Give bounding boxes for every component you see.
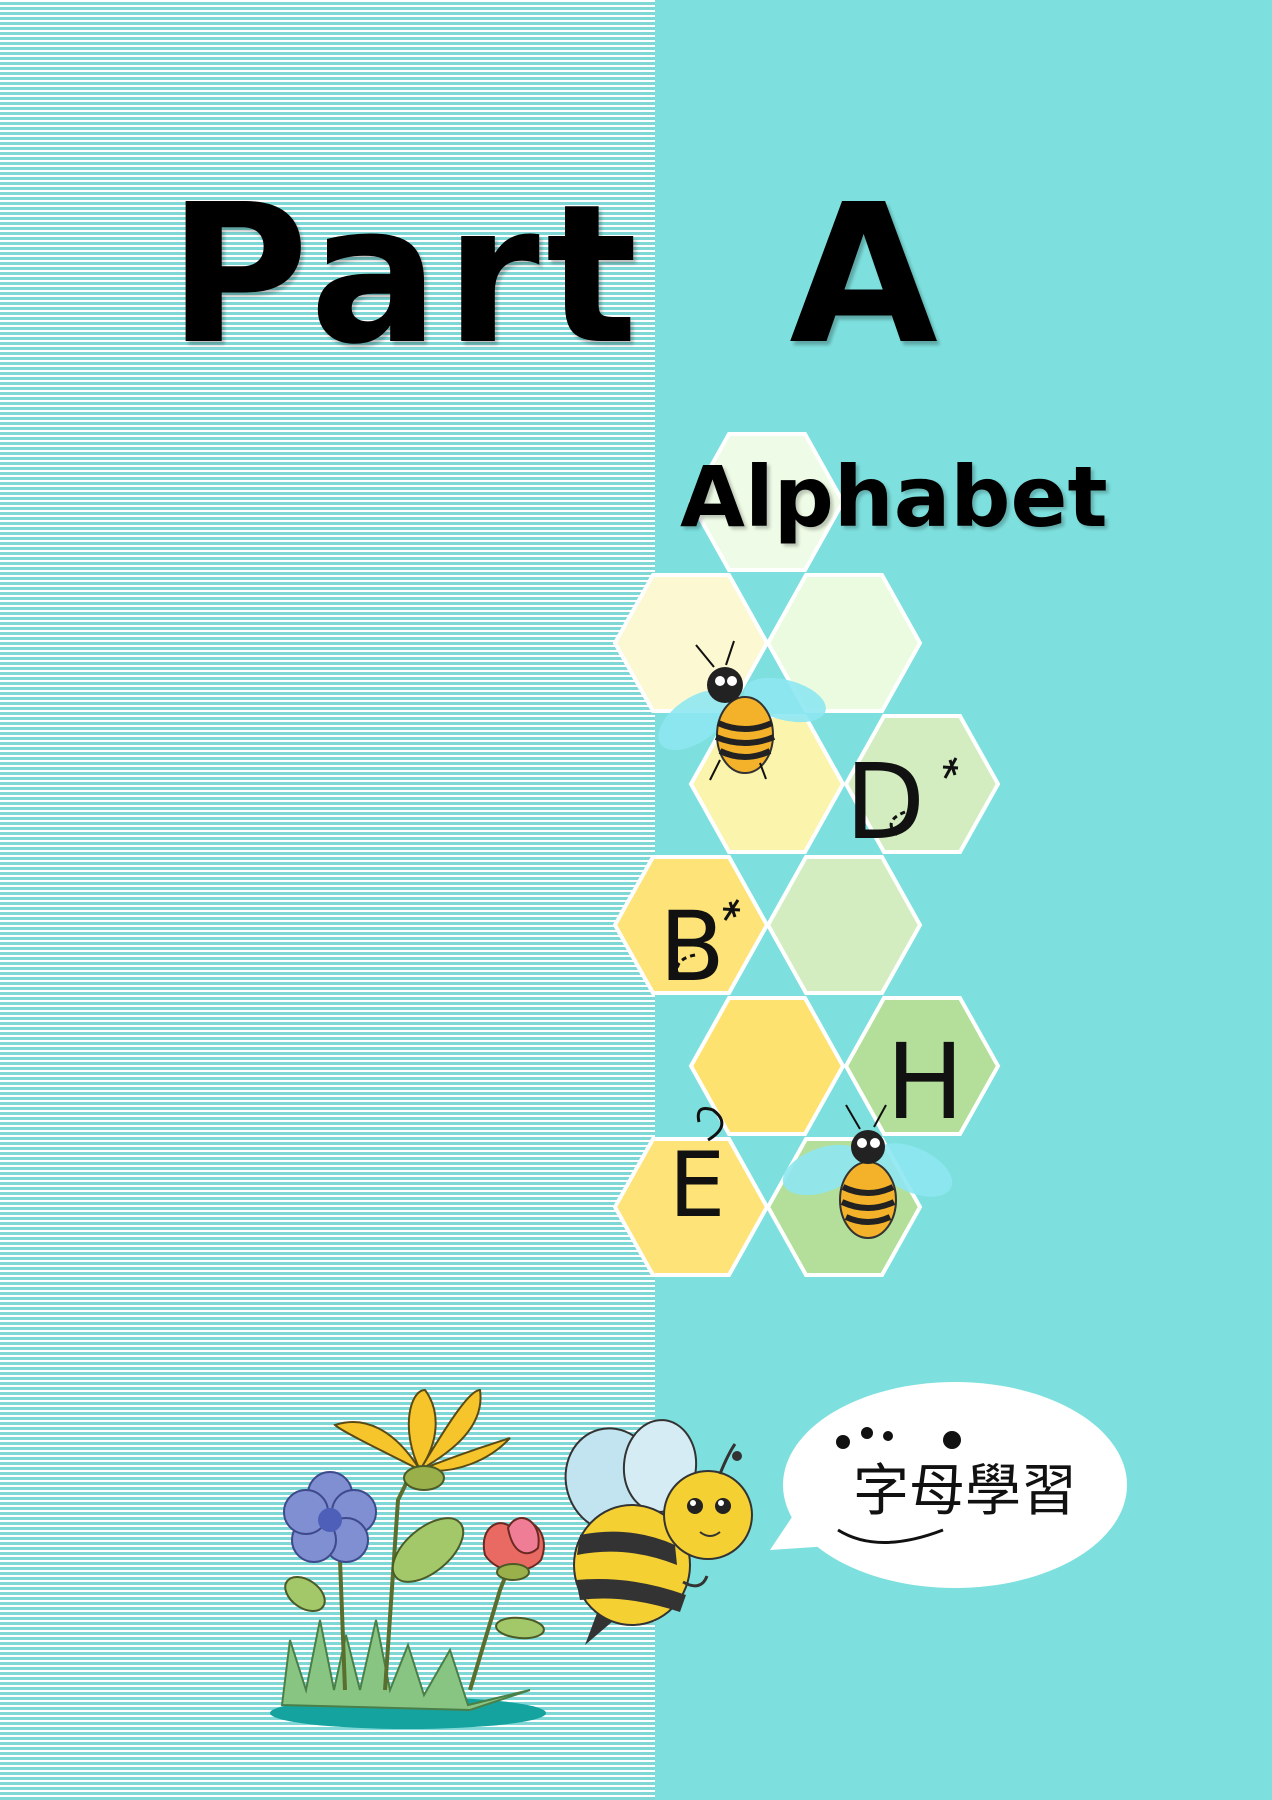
speech-bubble: 字母學習 — [770, 1382, 1127, 1588]
hex-cell — [765, 855, 923, 995]
hex-cell — [688, 996, 846, 1136]
letter-h: H — [886, 1021, 964, 1143]
letter-b: B — [659, 891, 725, 1003]
flowers-illustration — [270, 1388, 546, 1729]
speech-bubble-text: 字母學習 — [853, 1459, 1077, 1524]
letter-e: E — [669, 1133, 726, 1238]
cover-page: Part A D B H E 字母學習 Alphabet — [0, 0, 1272, 1800]
cartoon-bee-icon — [564, 1419, 753, 1645]
page-subtitle: Alphabet — [680, 448, 1108, 546]
cover-illustration: D B H E 字母學習 — [270, 432, 1127, 1729]
letter-d: D — [845, 741, 925, 863]
